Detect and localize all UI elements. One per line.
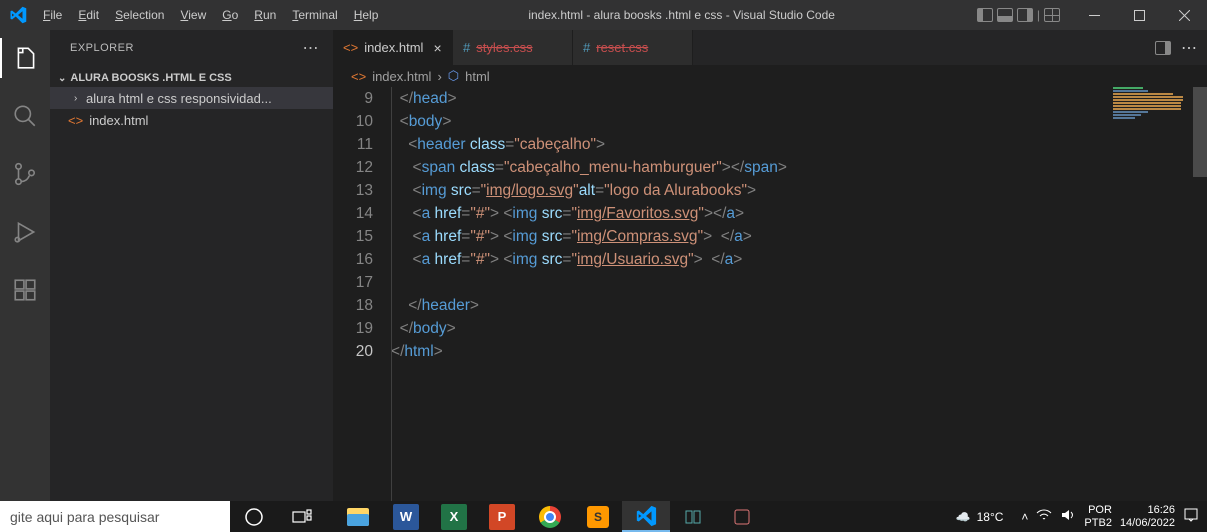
- sidebar-header: EXPLORER ⋯: [50, 30, 333, 65]
- minimap[interactable]: [1113, 87, 1193, 147]
- sidebar-title: EXPLORER: [70, 42, 134, 54]
- titlebar: File Edit Selection View Go Run Terminal…: [0, 0, 1207, 30]
- tray-chevron-icon[interactable]: ˄: [1021, 510, 1028, 524]
- tree-item-label: index.html: [89, 113, 148, 128]
- clock[interactable]: 16:26 14/06/2022: [1120, 504, 1175, 530]
- explorer-icon[interactable]: [0, 38, 50, 78]
- taskbar-tray: ☁️ 18°C ˄ POR PTB2 16:26 14/06/2022: [956, 504, 1207, 530]
- minimize-button[interactable]: [1072, 0, 1117, 30]
- main-area: EXPLORER ⋯ ⌄ ALURA BOOSKS .HTML E CSS › …: [0, 30, 1207, 501]
- chevron-right-icon: ›: [74, 93, 86, 104]
- layout-controls: |: [977, 8, 1060, 22]
- menu-terminal[interactable]: Terminal: [284, 8, 345, 22]
- menu-view[interactable]: View: [172, 8, 214, 22]
- menu-help[interactable]: Help: [346, 8, 387, 22]
- activity-bar: [0, 30, 50, 501]
- html-file-icon: <>: [351, 69, 366, 84]
- html-file-icon: <>: [68, 113, 83, 128]
- file-explorer-icon[interactable]: [334, 501, 382, 532]
- chrome-icon[interactable]: [526, 501, 574, 532]
- sidebar-more-icon[interactable]: ⋯: [303, 38, 320, 58]
- tab-label: styles.css: [476, 40, 532, 55]
- weather-icon: ☁️: [956, 510, 971, 524]
- menu-selection[interactable]: Selection: [107, 8, 172, 22]
- line-gutter: 91011121314151617181920: [333, 87, 391, 501]
- tab-actions: ⋯: [1145, 30, 1207, 65]
- breadcrumb-separator: ›: [437, 69, 441, 84]
- volume-icon[interactable]: [1060, 508, 1076, 525]
- run-debug-icon[interactable]: [0, 212, 50, 252]
- tree-item-label: alura html e css responsividad...: [86, 91, 272, 106]
- code-content[interactable]: </head> <body> <header class="cabeçalho"…: [391, 87, 1207, 501]
- window-controls: [1072, 0, 1207, 30]
- date: 14/06/2022: [1120, 517, 1175, 530]
- vscode-taskbar-icon[interactable]: [622, 501, 670, 532]
- close-icon[interactable]: ×: [433, 40, 441, 56]
- explorer-sidebar: EXPLORER ⋯ ⌄ ALURA BOOSKS .HTML E CSS › …: [50, 30, 333, 501]
- toggle-secondary-icon[interactable]: [1017, 8, 1033, 22]
- folder-section: ⌄ ALURA BOOSKS .HTML E CSS › alura html …: [50, 65, 333, 135]
- source-control-icon[interactable]: [0, 154, 50, 194]
- app-icon[interactable]: [670, 501, 718, 532]
- sublime-icon[interactable]: S: [574, 501, 622, 532]
- tree-folder[interactable]: › alura html e css responsividad...: [50, 87, 333, 109]
- vertical-scrollbar[interactable]: [1193, 87, 1207, 487]
- search-placeholder: gite aqui para pesquisar: [10, 509, 159, 525]
- weather-temp: 18°C: [977, 510, 1004, 524]
- menu-edit[interactable]: Edit: [70, 8, 107, 22]
- tree-file[interactable]: <> index.html: [50, 109, 333, 131]
- windows-taskbar: gite aqui para pesquisar W X P S ☁️ 18°C…: [0, 501, 1207, 532]
- toggle-panel-icon[interactable]: [997, 8, 1013, 22]
- menu-run[interactable]: Run: [246, 8, 284, 22]
- customize-layout-icon[interactable]: [1044, 8, 1060, 22]
- code-editor[interactable]: 91011121314151617181920 </head> <body> <…: [333, 87, 1207, 501]
- search-icon[interactable]: [0, 96, 50, 136]
- tab-index-html[interactable]: <> index.html ×: [333, 30, 453, 65]
- menu-go[interactable]: Go: [214, 8, 246, 22]
- menu-file[interactable]: File: [35, 8, 70, 22]
- extensions-icon[interactable]: [0, 270, 50, 310]
- editor-area: <> index.html × # styles.css # reset.css…: [333, 30, 1207, 501]
- powerpoint-icon[interactable]: P: [478, 501, 526, 532]
- workspace-name: ALURA BOOSKS .HTML E CSS: [70, 72, 231, 84]
- wifi-icon[interactable]: [1036, 508, 1052, 525]
- weather-widget[interactable]: ☁️ 18°C: [956, 510, 1004, 524]
- tab-label: index.html: [364, 40, 423, 55]
- cortana-icon[interactable]: [230, 501, 278, 532]
- time: 16:26: [1120, 504, 1175, 517]
- taskbar-search[interactable]: gite aqui para pesquisar: [0, 501, 230, 532]
- chevron-down-icon: ⌄: [58, 73, 66, 84]
- excel-icon[interactable]: X: [430, 501, 478, 532]
- html-file-icon: <>: [343, 40, 358, 55]
- css-file-icon: #: [583, 40, 590, 55]
- scrollbar-thumb[interactable]: [1193, 87, 1207, 177]
- app-icon-2[interactable]: [718, 501, 766, 532]
- window-title: index.html - alura boosks .html e css - …: [386, 8, 977, 22]
- breadcrumb-item[interactable]: index.html: [372, 69, 431, 84]
- lang-indicator[interactable]: POR PTB2: [1084, 504, 1112, 530]
- tab-styles-css[interactable]: # styles.css: [453, 30, 573, 65]
- notifications-icon[interactable]: [1183, 507, 1199, 526]
- tab-bar: <> index.html × # styles.css # reset.css…: [333, 30, 1207, 65]
- task-view-icon[interactable]: [278, 501, 326, 532]
- toggle-sidebar-icon[interactable]: [977, 8, 993, 22]
- word-icon[interactable]: W: [382, 501, 430, 532]
- symbol-icon: ⬡: [448, 68, 459, 84]
- taskbar-apps: W X P S: [334, 501, 766, 532]
- css-file-icon: #: [463, 40, 470, 55]
- tab-reset-css[interactable]: # reset.css: [573, 30, 693, 65]
- more-actions-icon[interactable]: ⋯: [1181, 38, 1197, 58]
- breadcrumb-item[interactable]: html: [465, 69, 490, 84]
- menu-bar: File Edit Selection View Go Run Terminal…: [35, 8, 386, 22]
- breadcrumb[interactable]: <> index.html › ⬡ html: [333, 65, 1207, 87]
- workspace-folder[interactable]: ⌄ ALURA BOOSKS .HTML E CSS: [50, 69, 333, 87]
- maximize-button[interactable]: [1117, 0, 1162, 30]
- vscode-logo-icon: [0, 6, 35, 24]
- tab-label: reset.css: [596, 40, 648, 55]
- close-button[interactable]: [1162, 0, 1207, 30]
- split-editor-icon[interactable]: [1155, 41, 1171, 55]
